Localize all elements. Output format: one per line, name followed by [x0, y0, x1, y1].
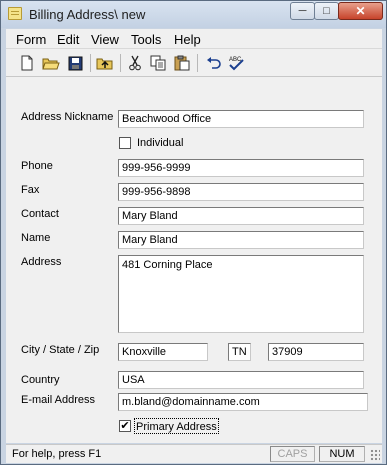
individual-label: Individual: [137, 137, 184, 149]
phone-label: Phone: [21, 160, 53, 172]
state-field[interactable]: TN: [228, 343, 251, 361]
status-help-text: For help, press F1: [12, 448, 102, 460]
email-label: E-mail Address: [21, 394, 95, 406]
maximize-button[interactable]: □: [314, 2, 339, 20]
undo-icon[interactable]: [204, 54, 222, 72]
phone-field[interactable]: 999-956-9999: [118, 159, 364, 177]
menu-form[interactable]: Form: [16, 32, 46, 47]
go-up-icon[interactable]: [96, 54, 114, 72]
save-icon[interactable]: [66, 54, 84, 72]
menu-tools[interactable]: Tools: [131, 32, 161, 47]
menu-bar: Form Edit View Tools Help: [6, 29, 382, 49]
cut-icon[interactable]: [126, 54, 144, 72]
minimize-button[interactable]: ─: [290, 2, 315, 20]
individual-checkbox[interactable]: [119, 137, 131, 149]
address-label: Address: [21, 256, 62, 268]
nickname-field[interactable]: Beachwood Office: [118, 110, 364, 128]
primary-address-focus: Primary Address: [134, 418, 219, 434]
fax-label: Fax: [21, 184, 40, 196]
close-button[interactable]: ✕: [338, 2, 383, 20]
email-field[interactable]: m.bland@domainname.com: [118, 393, 368, 411]
toolbar: ABC: [6, 49, 382, 77]
copy-icon[interactable]: [149, 54, 167, 72]
name-label: Name: [21, 232, 51, 244]
zip-field[interactable]: 37909: [268, 343, 364, 361]
app-icon: [8, 7, 22, 20]
city-field[interactable]: Knoxville: [118, 343, 208, 361]
menu-edit[interactable]: Edit: [57, 32, 79, 47]
primary-address-checkbox[interactable]: ✔: [119, 420, 131, 432]
contact-label: Contact: [21, 208, 59, 220]
nickname-label: Address Nickname: [21, 111, 114, 123]
menu-help[interactable]: Help: [174, 32, 201, 47]
new-file-icon[interactable]: [18, 54, 36, 72]
open-folder-icon[interactable]: [42, 54, 60, 72]
name-field[interactable]: Mary Bland: [118, 231, 364, 249]
menu-view[interactable]: View: [91, 32, 119, 47]
contact-field[interactable]: Mary Bland: [118, 207, 364, 225]
billing-address-window: Billing Address\ new ─ □ ✕ Form Edit Vie…: [0, 0, 387, 465]
resize-grip[interactable]: [370, 449, 380, 461]
paste-icon[interactable]: [173, 54, 191, 72]
primary-address-label: Primary Address: [136, 421, 217, 433]
fax-field[interactable]: 999-956-9898: [118, 183, 364, 201]
window-title: Billing Address\ new: [29, 7, 146, 22]
spellcheck-icon[interactable]: ABC: [227, 54, 245, 72]
num-indicator: NUM: [319, 446, 365, 462]
city-state-zip-label: City / State / Zip: [21, 344, 100, 356]
address-field[interactable]: 481 Corning Place: [118, 255, 364, 333]
country-label: Country: [21, 374, 60, 386]
address-form: Address Nickname Beachwood Office Indivi…: [6, 77, 382, 443]
country-field[interactable]: USA: [118, 371, 364, 389]
caps-indicator: CAPS: [270, 446, 315, 462]
status-bar: For help, press F1 CAPS NUM: [6, 444, 382, 463]
title-bar[interactable]: Billing Address\ new ─ □ ✕: [1, 1, 386, 28]
